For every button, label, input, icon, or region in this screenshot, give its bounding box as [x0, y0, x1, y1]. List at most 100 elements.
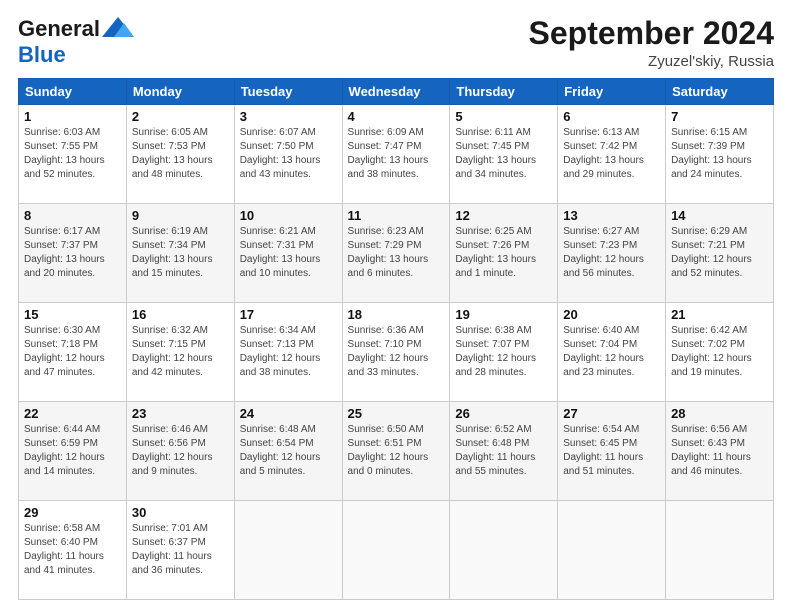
- day-info: Sunrise: 6:46 AMSunset: 6:56 PMDaylight:…: [132, 424, 213, 477]
- calendar-cell: [666, 501, 774, 600]
- day-info: Sunrise: 6:40 AMSunset: 7:04 PMDaylight:…: [563, 325, 644, 378]
- day-info: Sunrise: 6:29 AMSunset: 7:21 PMDaylight:…: [671, 226, 752, 279]
- day-info: Sunrise: 6:58 AMSunset: 6:40 PMDaylight:…: [24, 523, 104, 576]
- calendar-row: 8 Sunrise: 6:17 AMSunset: 7:37 PMDayligh…: [19, 204, 774, 303]
- day-info: Sunrise: 7:01 AMSunset: 6:37 PMDaylight:…: [132, 523, 212, 576]
- day-info: Sunrise: 6:36 AMSunset: 7:10 PMDaylight:…: [348, 325, 429, 378]
- day-number: 30: [132, 505, 229, 520]
- day-number: 10: [240, 208, 337, 223]
- month-title: September 2024: [529, 16, 774, 51]
- day-info: Sunrise: 6:21 AMSunset: 7:31 PMDaylight:…: [240, 226, 321, 279]
- day-number: 13: [563, 208, 660, 223]
- calendar-cell: 24 Sunrise: 6:48 AMSunset: 6:54 PMDaylig…: [234, 402, 342, 501]
- calendar-cell: 11 Sunrise: 6:23 AMSunset: 7:29 PMDaylig…: [342, 204, 450, 303]
- day-info: Sunrise: 6:32 AMSunset: 7:15 PMDaylight:…: [132, 325, 213, 378]
- calendar-cell: 17 Sunrise: 6:34 AMSunset: 7:13 PMDaylig…: [234, 303, 342, 402]
- day-info: Sunrise: 6:25 AMSunset: 7:26 PMDaylight:…: [455, 226, 536, 279]
- day-number: 29: [24, 505, 121, 520]
- logo-general-text: General: [18, 16, 100, 42]
- day-number: 24: [240, 406, 337, 421]
- day-number: 15: [24, 307, 121, 322]
- day-number: 5: [455, 109, 552, 124]
- day-info: Sunrise: 6:03 AMSunset: 7:55 PMDaylight:…: [24, 127, 105, 180]
- calendar-row: 22 Sunrise: 6:44 AMSunset: 6:59 PMDaylig…: [19, 402, 774, 501]
- col-friday: Friday: [558, 79, 666, 105]
- day-number: 27: [563, 406, 660, 421]
- day-number: 1: [24, 109, 121, 124]
- calendar-cell: [558, 501, 666, 600]
- calendar-cell: 22 Sunrise: 6:44 AMSunset: 6:59 PMDaylig…: [19, 402, 127, 501]
- day-info: Sunrise: 6:38 AMSunset: 7:07 PMDaylight:…: [455, 325, 536, 378]
- col-saturday: Saturday: [666, 79, 774, 105]
- day-info: Sunrise: 6:09 AMSunset: 7:47 PMDaylight:…: [348, 127, 429, 180]
- day-info: Sunrise: 6:50 AMSunset: 6:51 PMDaylight:…: [348, 424, 429, 477]
- calendar-cell: 27 Sunrise: 6:54 AMSunset: 6:45 PMDaylig…: [558, 402, 666, 501]
- calendar-cell: [342, 501, 450, 600]
- day-number: 7: [671, 109, 768, 124]
- day-info: Sunrise: 6:48 AMSunset: 6:54 PMDaylight:…: [240, 424, 321, 477]
- calendar: Sunday Monday Tuesday Wednesday Thursday…: [18, 78, 774, 600]
- day-number: 18: [348, 307, 445, 322]
- day-number: 21: [671, 307, 768, 322]
- day-info: Sunrise: 6:17 AMSunset: 7:37 PMDaylight:…: [24, 226, 105, 279]
- day-info: Sunrise: 6:07 AMSunset: 7:50 PMDaylight:…: [240, 127, 321, 180]
- calendar-cell: 5 Sunrise: 6:11 AMSunset: 7:45 PMDayligh…: [450, 105, 558, 204]
- calendar-cell: 15 Sunrise: 6:30 AMSunset: 7:18 PMDaylig…: [19, 303, 127, 402]
- day-info: Sunrise: 6:05 AMSunset: 7:53 PMDaylight:…: [132, 127, 213, 180]
- calendar-row: 15 Sunrise: 6:30 AMSunset: 7:18 PMDaylig…: [19, 303, 774, 402]
- calendar-cell: 25 Sunrise: 6:50 AMSunset: 6:51 PMDaylig…: [342, 402, 450, 501]
- calendar-cell: 3 Sunrise: 6:07 AMSunset: 7:50 PMDayligh…: [234, 105, 342, 204]
- day-info: Sunrise: 6:19 AMSunset: 7:34 PMDaylight:…: [132, 226, 213, 279]
- day-number: 22: [24, 406, 121, 421]
- day-number: 23: [132, 406, 229, 421]
- day-number: 16: [132, 307, 229, 322]
- calendar-row: 29 Sunrise: 6:58 AMSunset: 6:40 PMDaylig…: [19, 501, 774, 600]
- calendar-cell: 18 Sunrise: 6:36 AMSunset: 7:10 PMDaylig…: [342, 303, 450, 402]
- day-info: Sunrise: 6:34 AMSunset: 7:13 PMDaylight:…: [240, 325, 321, 378]
- day-info: Sunrise: 6:54 AMSunset: 6:45 PMDaylight:…: [563, 424, 643, 477]
- day-number: 6: [563, 109, 660, 124]
- col-sunday: Sunday: [19, 79, 127, 105]
- day-number: 12: [455, 208, 552, 223]
- day-number: 26: [455, 406, 552, 421]
- calendar-cell: 14 Sunrise: 6:29 AMSunset: 7:21 PMDaylig…: [666, 204, 774, 303]
- calendar-cell: 26 Sunrise: 6:52 AMSunset: 6:48 PMDaylig…: [450, 402, 558, 501]
- calendar-cell: 29 Sunrise: 6:58 AMSunset: 6:40 PMDaylig…: [19, 501, 127, 600]
- calendar-cell: 12 Sunrise: 6:25 AMSunset: 7:26 PMDaylig…: [450, 204, 558, 303]
- calendar-cell: 30 Sunrise: 7:01 AMSunset: 6:37 PMDaylig…: [126, 501, 234, 600]
- calendar-cell: 1 Sunrise: 6:03 AMSunset: 7:55 PMDayligh…: [19, 105, 127, 204]
- calendar-cell: 19 Sunrise: 6:38 AMSunset: 7:07 PMDaylig…: [450, 303, 558, 402]
- day-number: 11: [348, 208, 445, 223]
- day-number: 17: [240, 307, 337, 322]
- location: Zyuzel'skiy, Russia: [529, 53, 774, 70]
- logo-icon: [102, 17, 134, 37]
- calendar-cell: 23 Sunrise: 6:46 AMSunset: 6:56 PMDaylig…: [126, 402, 234, 501]
- header: General Blue September 2024 Zyuzel'skiy,…: [18, 16, 774, 70]
- day-number: 3: [240, 109, 337, 124]
- col-wednesday: Wednesday: [342, 79, 450, 105]
- day-number: 19: [455, 307, 552, 322]
- page: General Blue September 2024 Zyuzel'skiy,…: [0, 0, 792, 612]
- day-info: Sunrise: 6:30 AMSunset: 7:18 PMDaylight:…: [24, 325, 105, 378]
- col-tuesday: Tuesday: [234, 79, 342, 105]
- day-number: 8: [24, 208, 121, 223]
- day-info: Sunrise: 6:42 AMSunset: 7:02 PMDaylight:…: [671, 325, 752, 378]
- day-number: 25: [348, 406, 445, 421]
- calendar-cell: 4 Sunrise: 6:09 AMSunset: 7:47 PMDayligh…: [342, 105, 450, 204]
- calendar-cell: [234, 501, 342, 600]
- logo-blue-text: Blue: [18, 42, 134, 68]
- calendar-cell: 20 Sunrise: 6:40 AMSunset: 7:04 PMDaylig…: [558, 303, 666, 402]
- col-monday: Monday: [126, 79, 234, 105]
- day-info: Sunrise: 6:56 AMSunset: 6:43 PMDaylight:…: [671, 424, 751, 477]
- day-number: 28: [671, 406, 768, 421]
- day-number: 20: [563, 307, 660, 322]
- calendar-cell: 8 Sunrise: 6:17 AMSunset: 7:37 PMDayligh…: [19, 204, 127, 303]
- day-info: Sunrise: 6:11 AMSunset: 7:45 PMDaylight:…: [455, 127, 536, 180]
- calendar-cell: 9 Sunrise: 6:19 AMSunset: 7:34 PMDayligh…: [126, 204, 234, 303]
- calendar-cell: 21 Sunrise: 6:42 AMSunset: 7:02 PMDaylig…: [666, 303, 774, 402]
- calendar-cell: [450, 501, 558, 600]
- col-thursday: Thursday: [450, 79, 558, 105]
- day-number: 14: [671, 208, 768, 223]
- day-info: Sunrise: 6:27 AMSunset: 7:23 PMDaylight:…: [563, 226, 644, 279]
- day-number: 2: [132, 109, 229, 124]
